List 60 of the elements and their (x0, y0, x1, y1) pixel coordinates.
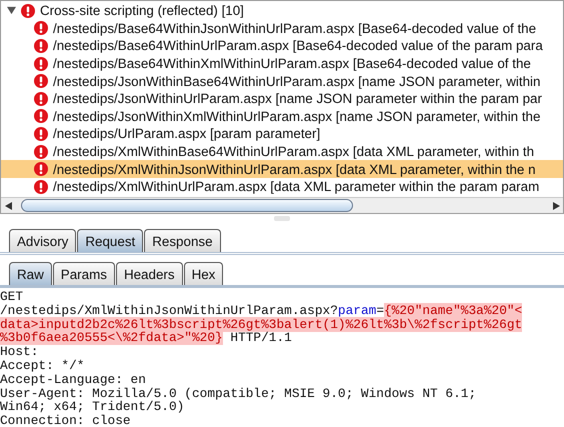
issue-row[interactable]: /nestedips/UrlParam.aspx [param parameter] (1, 125, 563, 143)
scroll-right-icon[interactable] (552, 202, 560, 210)
issue-row[interactable]: /nestedips/JsonWithinUrlParam.aspx [name JSON parameter within the param par (1, 90, 563, 108)
error-icon (34, 74, 48, 88)
expand-triangle-icon[interactable] (7, 6, 16, 16)
issue-row[interactable]: /nestedips/JsonWithinBase64WithinUrlParam.aspx [name JSON parameter, within (1, 72, 563, 90)
group-title: Cross-site scripting (reflected) [10] (40, 3, 244, 18)
issue-row[interactable]: /nestedips/Base64WithinJsonWithinUrlParam.aspx [Base64-decoded value of the (1, 20, 563, 38)
issue-label: /nestedips/XmlWithinBase64WithinUrlParam.aspx [data XML parameter, within th (53, 144, 534, 160)
error-icon (21, 4, 35, 18)
issue-label: /nestedips/Base64WithinJsonWithinUrlParam.aspx [Base64-decoded value of the (53, 20, 536, 36)
error-icon (34, 38, 48, 53)
issue-row[interactable]: /nestedips/Base64WithinXmlWithinUrlParam.aspx [Base64-decoded value of the (1, 54, 563, 72)
error-icon (34, 180, 48, 194)
issue-label: /nestedips/JsonWithinBase64WithinUrlParam.aspx [name JSON parameter, within (53, 74, 540, 89)
tab[interactable]: Raw (9, 262, 52, 285)
request-line: GET (0, 290, 24, 304)
tab[interactable]: Request (77, 229, 144, 252)
error-icon (34, 162, 48, 176)
request-path: /nestedips/XmlWithinJsonWithinUrlParam.aspx? (0, 302, 338, 318)
scroll-left-icon[interactable] (4, 202, 12, 210)
issue-label: /nestedips/XmlWithinJsonWithinUrlParam.aspx [data XML parameter, within the n (53, 162, 536, 177)
error-icon (34, 21, 48, 36)
error-icon (34, 126, 48, 141)
error-icon (34, 109, 48, 124)
scroll-thumb[interactable] (21, 199, 353, 212)
issue-label: /nestedips/UrlParam.aspx [param parameter] (53, 126, 320, 142)
error-icon (34, 144, 48, 159)
tab[interactable]: Hex (184, 262, 224, 285)
highlighted-payload: data>inputd2b2c%26lt%3bscript%26gt%3balert(1)%26lt%3b\%2fscript%26gt (0, 316, 522, 332)
highlighted-payload: %3b0f6aea20555<\%2fdata>"%20} (0, 330, 223, 346)
header-line: User-Agent: Mozilla/5.0 (compatible; MSIE 9.0; Windows NT 6.1; (0, 386, 478, 400)
header-line: Connection: close (0, 414, 132, 427)
issue-label: /nestedips/JsonWithinUrlParam.aspx [name JSON parameter within the param par (53, 91, 542, 106)
issue-row[interactable]: /nestedips/XmlWithinJsonWithinUrlParam.aspx [data XML parameter, within the n (1, 160, 563, 178)
issue-row[interactable]: /nestedips/Base64WithinUrlParam.aspx [Base64-decoded value of the param para (1, 37, 563, 55)
tab[interactable]: Advisory (9, 229, 76, 252)
splitter-handle[interactable] (274, 216, 290, 221)
header-line: Win64; x64; Trident/5.0) (0, 400, 186, 414)
header-line: Accept: */* (0, 358, 86, 373)
issue-label: /nestedips/XmlWithinUrlParam.aspx [data XML parameter within the param param (53, 179, 540, 194)
horizontal-scrollbar[interactable] (1, 197, 563, 213)
issue-row[interactable]: /nestedips/XmlWithinBase64WithinUrlParam.aspx [data XML parameter, within th (1, 142, 563, 160)
highlighted-payload: {%20"name"%3a%20"< (384, 302, 522, 318)
issue-label: /nestedips/Base64WithinXmlWithinUrlParam.aspx [Base64-decoded value of the (53, 56, 531, 72)
issue-label: /nestedips/Base64WithinUrlParam.aspx [Base64-decoded value of the param para (53, 38, 543, 54)
equals-sign: = (376, 302, 384, 318)
issue-label: /nestedips/JsonWithinXmlWithinUrlParam.aspx [name JSON parameter, within the (53, 108, 540, 124)
tab[interactable]: Headers (116, 262, 183, 285)
issue-row[interactable]: /nestedips/XmlWithinUrlParam.aspx [data XML parameter within the param param (1, 178, 563, 196)
tab[interactable]: Response (144, 229, 221, 252)
protocol-version: HTTP/1.1 (230, 330, 292, 346)
tree-group-row[interactable]: Cross-site scripting (reflected) [10] (1, 2, 563, 20)
error-icon (34, 92, 48, 106)
header-line: Host: (0, 345, 40, 359)
issue-row[interactable]: /nestedips/JsonWithinXmlWithinUrlParam.aspx [name JSON parameter, within the (1, 108, 563, 126)
error-icon (34, 56, 48, 71)
param-name: param (338, 302, 376, 318)
header-line: Accept-Language: en (0, 372, 147, 387)
tab[interactable]: Params (52, 262, 115, 285)
